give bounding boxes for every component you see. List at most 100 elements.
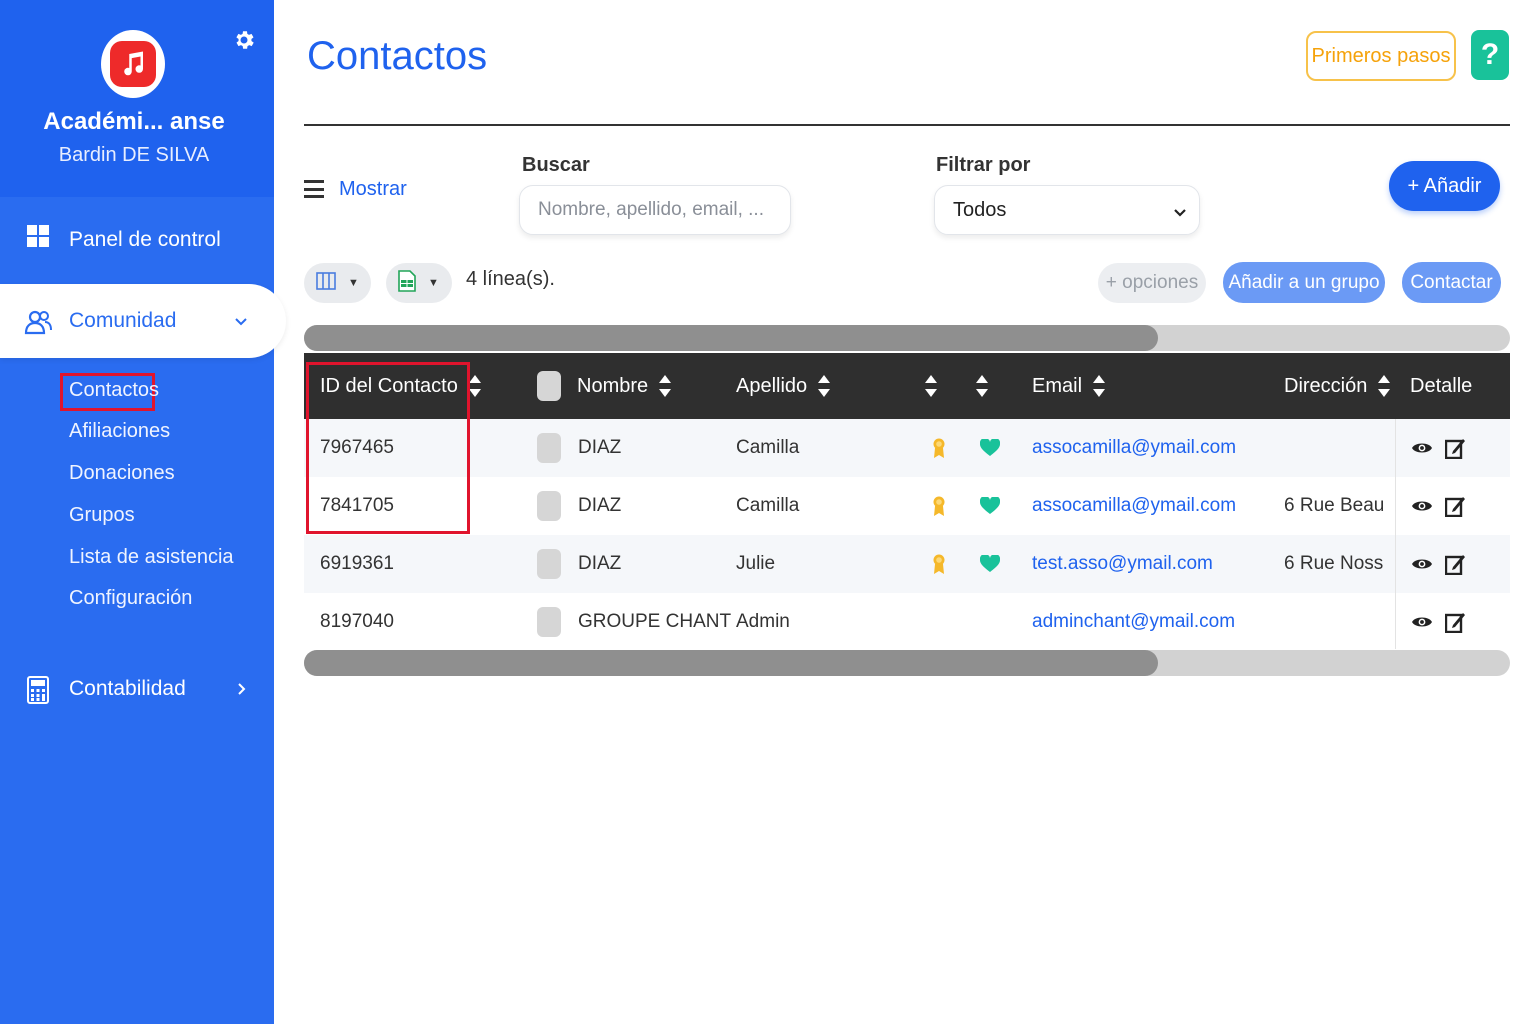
select-all-checkbox[interactable]	[537, 353, 561, 419]
cell-nombre: DIAZ	[578, 553, 622, 574]
column-header-apellido[interactable]: Apellido	[736, 353, 831, 419]
column-label: Dirección	[1284, 374, 1368, 397]
mostrar-toggle[interactable]: Mostrar	[304, 174, 407, 204]
cell-email-link[interactable]: test.asso@ymail.com	[1032, 535, 1213, 593]
chevron-down-icon	[1173, 203, 1187, 217]
column-label: Apellido	[736, 374, 808, 397]
column-label: Nombre	[577, 374, 649, 397]
add-button[interactable]: + Añadir	[1389, 161, 1500, 211]
column-header-member-sort[interactable]	[924, 353, 938, 419]
nav-comunidad[interactable]: Comunidad	[0, 284, 286, 358]
cell-email-link[interactable]: assocamilla@ymail.com	[1032, 419, 1236, 477]
sidebar-item-contactos[interactable]: Contactos	[69, 379, 159, 402]
row-count: 4 línea(s).	[466, 268, 555, 290]
cell-direccion: 6 Rue Noss	[1284, 553, 1384, 574]
cell-email-link[interactable]: assocamilla@ymail.com	[1032, 477, 1236, 535]
sidebar-item-afiliaciones[interactable]: Afiliaciones	[69, 420, 170, 443]
sort-icon[interactable]	[658, 374, 672, 398]
highlight-id-rows	[306, 418, 470, 534]
gear-icon[interactable]	[230, 26, 258, 54]
cell-direccion: 6 Rue Beau	[1284, 495, 1385, 516]
table-row[interactable]: 7841705 DIAZ Camilla assocamilla@ymail.c…	[304, 477, 1510, 535]
opciones-button[interactable]: + opciones	[1098, 263, 1206, 303]
table-row[interactable]: 6919361 DIAZ Julie test.asso@ymail.com 6…	[304, 535, 1510, 593]
horizontal-scrollbar-bottom[interactable]	[304, 650, 1510, 676]
cell-apellido: Camilla	[736, 437, 800, 458]
scrollbar-thumb[interactable]	[304, 325, 1158, 351]
spreadsheet-icon	[398, 269, 416, 297]
caret-down-icon: ▼	[428, 277, 439, 289]
users-icon	[24, 308, 52, 336]
sort-icon[interactable]	[1092, 374, 1106, 398]
cell-email-link[interactable]: adminchant@ymail.com	[1032, 593, 1235, 651]
columns-icon	[316, 271, 336, 295]
cell-nombre: DIAZ	[578, 437, 622, 458]
scrollbar-thumb[interactable]	[304, 650, 1158, 676]
horizontal-scrollbar-top[interactable]	[304, 325, 1510, 351]
cell-id: 8197040	[320, 611, 394, 632]
column-header-nombre[interactable]: Nombre	[577, 353, 672, 419]
sidebar-item-donaciones[interactable]: Donaciones	[69, 462, 175, 485]
dashboard-grid-icon	[24, 222, 52, 250]
column-header-email[interactable]: Email	[1032, 353, 1106, 419]
cell-nombre: GROUPE CHANT	[578, 611, 732, 632]
cell-apellido: Admin	[736, 611, 790, 632]
eye-icon[interactable]	[1412, 419, 1432, 477]
eye-icon[interactable]	[1412, 593, 1432, 651]
sidebar: Académi... anse Bardin DE SILVA Panel de…	[0, 0, 286, 1024]
sort-icon[interactable]	[924, 374, 938, 398]
columns-toggle-button[interactable]: ▼	[304, 263, 371, 303]
row-checkbox[interactable]	[537, 477, 561, 535]
music-note-icon	[110, 41, 156, 87]
row-checkbox[interactable]	[537, 419, 561, 477]
edit-icon[interactable]	[1445, 419, 1465, 477]
org-logo[interactable]	[101, 30, 165, 98]
buscar-label: Buscar	[522, 154, 590, 176]
heart-icon[interactable]	[980, 419, 1000, 477]
export-button[interactable]: ▼	[386, 263, 452, 303]
edit-icon[interactable]	[1445, 477, 1465, 535]
user-name: Bardin DE SILVA	[58, 144, 210, 166]
sort-icon[interactable]	[817, 374, 831, 398]
table-row[interactable]: 7967465 DIAZ Camilla assocamilla@ymail.c…	[304, 419, 1510, 477]
nav-label: Panel de control	[69, 228, 221, 251]
column-header-favorite-sort[interactable]	[975, 353, 989, 419]
filter-select[interactable]: Todos	[934, 185, 1200, 235]
row-checkbox[interactable]	[537, 593, 561, 651]
sidebar-item-lista-asistencia[interactable]: Lista de asistencia	[69, 546, 234, 569]
column-header-detalle: Detalle	[1410, 353, 1472, 419]
eye-icon[interactable]	[1412, 535, 1432, 593]
row-checkbox[interactable]	[537, 535, 561, 593]
heart-icon[interactable]	[980, 477, 1000, 535]
column-header-direccion[interactable]: Dirección	[1284, 353, 1391, 419]
cell-apellido: Camilla	[736, 495, 800, 516]
heart-icon[interactable]	[980, 535, 1000, 593]
divider	[304, 124, 1510, 126]
calculator-icon	[24, 676, 52, 704]
cell-id: 6919361	[320, 553, 394, 574]
filter-value: Todos	[953, 198, 1007, 221]
table-row[interactable]: 8197040 GROUPE CHANT Admin adminchant@ym…	[304, 593, 1510, 651]
contact-button[interactable]: Contactar	[1402, 262, 1501, 303]
sort-icon[interactable]	[1377, 374, 1391, 398]
table-header: ID del Contacto Nombre Apellido Email Di…	[304, 353, 1510, 419]
search-input[interactable]	[519, 185, 791, 235]
sidebar-item-configuracion[interactable]: Configuración	[69, 587, 192, 610]
nav-contabilidad[interactable]: Contabilidad	[0, 652, 274, 726]
edit-icon[interactable]	[1445, 535, 1465, 593]
add-to-group-button[interactable]: Añadir a un grupo	[1223, 262, 1385, 303]
primeros-pasos-button[interactable]: Primeros pasos	[1306, 31, 1456, 81]
medal-icon	[932, 419, 946, 477]
nav-label: Contabilidad	[69, 677, 186, 700]
eye-icon[interactable]	[1412, 477, 1432, 535]
sidebar-item-grupos[interactable]: Grupos	[69, 504, 135, 527]
sort-icon[interactable]	[975, 374, 989, 398]
page-title: Contactos	[307, 34, 488, 78]
mostrar-label: Mostrar	[339, 177, 407, 200]
filtrar-label: Filtrar por	[936, 154, 1031, 176]
edit-icon[interactable]	[1445, 593, 1465, 651]
column-label: Detalle	[1410, 374, 1473, 397]
nav-panel-de-control[interactable]: Panel de control	[0, 198, 274, 282]
help-button[interactable]: ?	[1471, 30, 1509, 80]
nav-label: Comunidad	[69, 309, 177, 332]
